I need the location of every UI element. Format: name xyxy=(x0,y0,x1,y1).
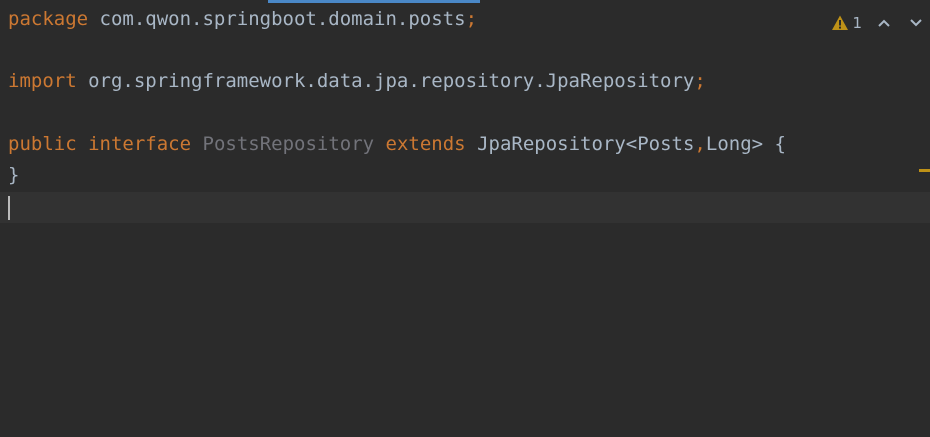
active-tab-indicator xyxy=(268,0,480,3)
import-semicolon: ; xyxy=(694,70,706,92)
super-type: JpaRepository<Posts xyxy=(477,133,695,155)
chevron-up-icon xyxy=(878,19,890,27)
public-keyword: public xyxy=(8,133,77,155)
code-line-package[interactable]: package com.qwon.springboot.domain.posts… xyxy=(8,4,477,35)
warning-stripe-marker[interactable] xyxy=(919,169,930,172)
warning-triangle-icon[interactable] xyxy=(831,14,849,32)
warning-count[interactable]: 1 xyxy=(852,14,862,32)
current-line-highlight xyxy=(0,192,930,223)
inspection-widget: 1 xyxy=(831,10,930,36)
chevron-down-icon xyxy=(910,19,922,27)
import-name: org.springframework.data.jpa.repository.… xyxy=(76,70,695,92)
next-highlight-button[interactable] xyxy=(906,13,926,33)
package-keyword: package xyxy=(8,8,89,30)
text-cursor xyxy=(8,196,10,220)
package-name: com.qwon.springboot.domain.posts xyxy=(88,8,466,30)
code-line-interface[interactable]: public interface PostsRepository extends… xyxy=(8,129,786,160)
previous-highlight-button[interactable] xyxy=(874,13,894,33)
interface-name: PostsRepository xyxy=(202,133,375,155)
interface-keyword: interface xyxy=(88,133,192,155)
super-type-rest: Long> { xyxy=(705,133,786,155)
extends-keyword: extends xyxy=(385,133,466,155)
code-line-import[interactable]: import org.springframework.data.jpa.repo… xyxy=(8,66,706,97)
code-line-closing-brace[interactable]: } xyxy=(8,160,19,191)
type-arg-comma: , xyxy=(694,133,706,155)
code-editor[interactable]: package com.qwon.springboot.domain.posts… xyxy=(0,0,930,437)
closing-brace: } xyxy=(8,164,20,186)
package-semicolon: ; xyxy=(465,8,478,30)
import-keyword: import xyxy=(8,70,77,92)
